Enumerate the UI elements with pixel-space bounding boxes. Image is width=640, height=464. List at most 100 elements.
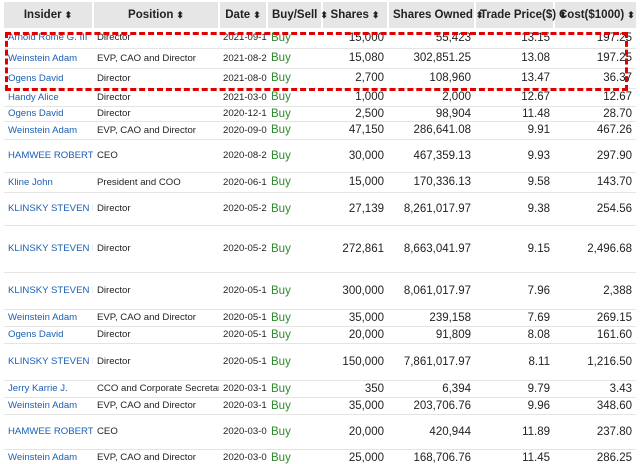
shares-cell: 20,000 — [322, 414, 388, 450]
trade-price-cell: 11.48 — [475, 106, 554, 122]
insider-link[interactable]: Handy Alice — [4, 88, 93, 107]
shares-owned-cell: 8,663,041.97 — [388, 225, 475, 273]
insider-link[interactable]: Weinstein Adam — [4, 449, 93, 464]
position-cell: Director — [93, 343, 219, 381]
shares-cell: 350 — [322, 380, 388, 398]
column-header-cost[interactable]: Cost($1000) ⬍ — [554, 2, 636, 28]
insider-link[interactable]: Ogens David — [4, 106, 93, 122]
table-row: Ogens DavidDirector2021-08-09Buy2,700108… — [4, 68, 636, 89]
shares-owned-cell: 239,158 — [388, 309, 475, 327]
date-cell: 2020-03-09 — [219, 414, 267, 450]
column-header-label: Position — [128, 9, 174, 21]
date-cell: 2020-05-27 — [219, 192, 267, 226]
buy-sell-cell: Buy — [267, 414, 322, 450]
trade-price-cell: 9.38 — [475, 192, 554, 226]
table-row: Jerry Karrie J. CCO and Corporate Secreta… — [4, 380, 636, 398]
buy-sell-cell: Buy — [267, 380, 322, 398]
cost-cell: 161.60 — [554, 326, 636, 344]
shares-cell: 300,000 — [322, 272, 388, 310]
date-cell: 2021-08-20 — [219, 48, 267, 69]
shares-owned-cell: 286,641.08 — [388, 121, 475, 140]
insider-link[interactable]: Weinstein Adam — [4, 397, 93, 415]
cost-cell: 197.25 — [554, 28, 636, 49]
table-row: HAMWEE ROBERTCEO2020-03-09Buy20,000420,9… — [4, 414, 636, 450]
position-cell: Director — [93, 68, 219, 89]
buy-sell-cell: Buy — [267, 48, 322, 69]
insider-link[interactable]: KLINSKY STEVEN B — [4, 225, 93, 273]
insider-trades-view: Insider ⬍ Position ⬍ Date ⬍ Buy/Sell ⬍ Shares ⬍ Sh… — [0, 0, 640, 464]
table-row: KLINSKY STEVEN BDirector2020-05-27Buy27,… — [4, 192, 636, 226]
position-cell: Director — [93, 88, 219, 107]
shares-cell: 150,000 — [322, 343, 388, 381]
position-cell: Director — [93, 192, 219, 226]
sort-icon: ⬍ — [176, 10, 184, 20]
buy-sell-cell: Buy — [267, 309, 322, 327]
buy-sell-cell: Buy — [267, 172, 322, 193]
shares-owned-cell: 7,861,017.97 — [388, 343, 475, 381]
cost-cell: 269.15 — [554, 309, 636, 327]
cost-cell: 254.56 — [554, 192, 636, 226]
insider-link[interactable]: Arnold Rome G. III — [4, 28, 93, 49]
table-row: Weinstein Adam EVP, CAO and Director 2020-… — [4, 309, 636, 327]
cost-cell: 28.70 — [554, 106, 636, 122]
date-cell: 2020-05-14 — [219, 272, 267, 310]
position-cell: CCO and Corporate Secretary — [93, 380, 219, 398]
insider-link[interactable]: KLINSKY STEVEN B — [4, 343, 93, 381]
insider-link[interactable]: Weinstein Adam — [4, 121, 93, 140]
trade-price-cell: 7.69 — [475, 309, 554, 327]
cost-cell: 197.25 — [554, 48, 636, 69]
trade-price-cell: 9.96 — [475, 397, 554, 415]
column-header-buy-sell[interactable]: Buy/Sell ⬍ — [267, 2, 328, 28]
column-header-shares-owned[interactable]: Shares Owned⬍ — [388, 2, 483, 28]
column-header-date[interactable]: Date ⬍ — [219, 2, 268, 28]
column-header-insider[interactable]: Insider ⬍ — [4, 2, 94, 28]
trade-price-cell: 9.58 — [475, 172, 554, 193]
shares-owned-cell: 8,261,017.97 — [388, 192, 475, 226]
position-cell: Director — [93, 28, 219, 49]
column-header-shares[interactable]: Shares ⬍ — [322, 2, 389, 28]
insider-link[interactable]: HAMWEE ROBERT — [4, 139, 93, 173]
shares-owned-cell: 168,706.76 — [388, 449, 475, 464]
insider-link[interactable]: KLINSKY STEVEN B — [4, 272, 93, 310]
insider-link[interactable]: Weinstein Adam — [4, 48, 93, 69]
insider-link[interactable]: Ogens David — [4, 326, 93, 344]
date-cell: 2020-05-26 — [219, 225, 267, 273]
date-cell: 2020-05-13 — [219, 309, 267, 327]
date-cell: 2020-09-04 — [219, 121, 267, 140]
trade-price-cell: 8.11 — [475, 343, 554, 381]
buy-sell-cell: Buy — [267, 397, 322, 415]
insider-link[interactable]: Kline John — [4, 172, 93, 193]
table-row: Handy AliceDirector2021-03-08Buy1,0002,0… — [4, 88, 636, 107]
buy-sell-cell: Buy — [267, 343, 322, 381]
table-row: Kline JohnPresident and COO2020-06-16Buy… — [4, 172, 636, 193]
column-header-position[interactable]: Position ⬍ — [93, 2, 220, 28]
trade-price-cell: 7.96 — [475, 272, 554, 310]
date-cell: 2020-08-20 — [219, 139, 267, 173]
insider-link[interactable]: HAMWEE ROBERT — [4, 414, 93, 450]
cost-cell: 237.80 — [554, 414, 636, 450]
cost-cell: 12.67 — [554, 88, 636, 107]
shares-owned-cell: 2,000 — [388, 88, 475, 107]
sort-icon: ⬍ — [64, 10, 73, 20]
shares-owned-cell: 6,394 — [388, 380, 475, 398]
cost-cell: 348.60 — [554, 397, 636, 415]
insider-link[interactable]: Jerry Karrie J. — [4, 380, 93, 398]
date-cell: 2020-03-09 — [219, 449, 267, 464]
sort-icon: ⬍ — [320, 10, 328, 20]
shares-owned-cell: 8,061,017.97 — [388, 272, 475, 310]
shares-cell: 20,000 — [322, 326, 388, 344]
shares-cell: 15,080 — [322, 48, 388, 69]
shares-cell: 30,000 — [322, 139, 388, 173]
insider-link[interactable]: Weinstein Adam — [4, 309, 93, 327]
insider-link[interactable]: KLINSKY STEVEN B — [4, 192, 93, 226]
column-header-trade-price[interactable]: Trade Price($)⬍ — [475, 2, 567, 28]
shares-cell: 2,700 — [322, 68, 388, 89]
cost-cell: 297.90 — [554, 139, 636, 173]
table-row: Arnold Rome G. IIIDirector2021-09-16Buy1… — [4, 28, 636, 49]
table-row: KLINSKY STEVEN BDirector2020-05-26Buy272… — [4, 225, 636, 273]
table-row: Ogens DavidDirector2020-05-13Buy20,00091… — [4, 326, 636, 344]
insider-link[interactable]: Ogens David — [4, 68, 93, 89]
position-cell: EVP, CAO and Director — [93, 121, 219, 140]
shares-owned-cell: 420,944 — [388, 414, 475, 450]
table-header-row: Insider ⬍ Position ⬍ Date ⬍ Buy/Sell ⬍ Shares ⬍ Sh… — [4, 2, 636, 28]
